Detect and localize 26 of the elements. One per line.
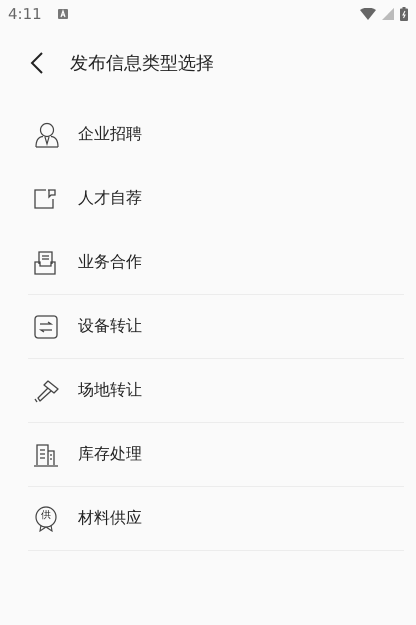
category-label: 材料供应 bbox=[78, 508, 142, 529]
building-icon bbox=[34, 442, 58, 466]
category-item[interactable]: 库存处理 bbox=[28, 423, 404, 487]
wifi-icon bbox=[360, 8, 376, 20]
notification-icon bbox=[58, 9, 68, 19]
person-icon bbox=[34, 122, 60, 148]
status-time: 4:11 bbox=[8, 5, 42, 23]
category-item[interactable]: 人才自荐 bbox=[28, 167, 404, 231]
category-item[interactable]: 设备转让 bbox=[28, 295, 404, 359]
category-item[interactable]: 场地转让 bbox=[28, 359, 404, 423]
gavel-icon bbox=[34, 378, 60, 402]
category-label: 业务合作 bbox=[78, 252, 142, 273]
category-label: 库存处理 bbox=[78, 444, 142, 465]
battery-icon bbox=[400, 7, 408, 21]
transfer-icon bbox=[34, 314, 58, 338]
signal-icon bbox=[382, 8, 394, 20]
category-label: 企业招聘 bbox=[78, 124, 142, 145]
page-title: 发布信息类型选择 bbox=[70, 52, 214, 75]
category-label: 场地转让 bbox=[78, 380, 142, 401]
category-item[interactable]: 供 材料供应 bbox=[28, 487, 404, 551]
inbox-icon bbox=[34, 250, 56, 274]
category-label: 设备转让 bbox=[78, 316, 142, 337]
note-icon bbox=[34, 188, 56, 208]
category-item[interactable]: 企业招聘 bbox=[28, 103, 404, 167]
category-label: 人才自荐 bbox=[78, 188, 142, 209]
category-item[interactable]: 业务合作 bbox=[28, 231, 404, 295]
